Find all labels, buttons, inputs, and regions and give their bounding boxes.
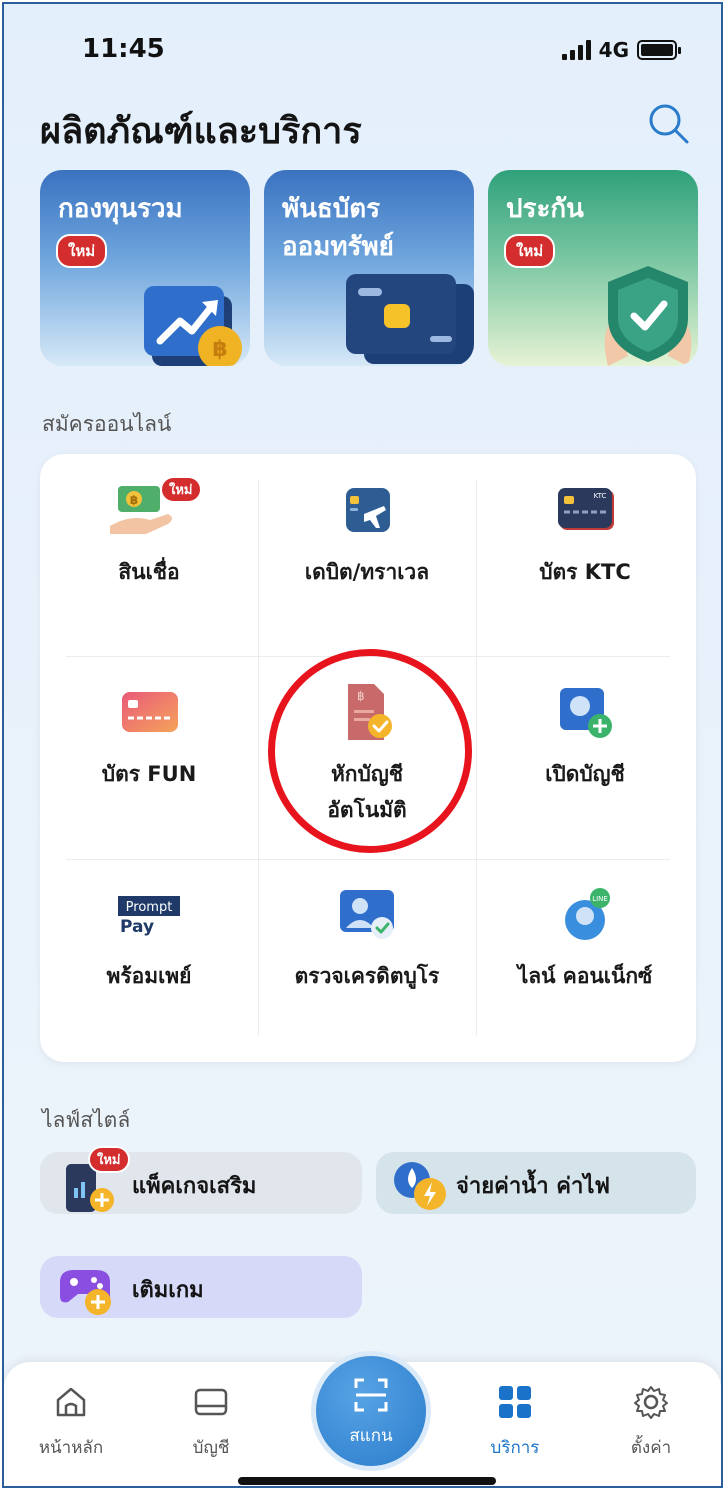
promptpay-logo-icon: Prompt Pay: [114, 884, 184, 944]
service-label: เดบิต/ทราเวล: [304, 560, 430, 584]
shield-icon: [604, 266, 692, 366]
open-account-icon: [550, 682, 620, 742]
loan-icon: ฿ ใหม่: [110, 476, 202, 540]
product-card-title: พันธบัตร ออมทรัพย์: [282, 190, 394, 266]
svg-text:฿: ฿: [130, 493, 138, 507]
service-label: ตรวจเครดิตบูโร: [294, 964, 440, 988]
product-card-title: ประกัน: [506, 194, 584, 224]
tab-label: บัญชี: [192, 1438, 230, 1458]
services-panel: ฿ ใหม่ สินเชื่อ เดบิต/ทราเวล KTC บัตร KT…: [40, 454, 696, 1062]
page-title: ผลิตภัณฑ์และบริการ: [40, 111, 362, 152]
promptpay-text-bottom: Pay: [120, 917, 154, 937]
home-icon: [56, 1387, 86, 1417]
search-button[interactable]: [645, 100, 691, 146]
status-bar: 11:45 4G: [4, 4, 721, 94]
svg-text:฿: ฿: [212, 337, 227, 362]
tab-services[interactable]: บริการ: [460, 1384, 570, 1461]
section-label-apply-online: สมัครออนไลน์: [42, 412, 172, 436]
grid-divider: [66, 656, 670, 657]
grid-icon: [499, 1386, 531, 1418]
lifestyle-addon-package[interactable]: ใหม่ แพ็คเกจเสริม: [40, 1146, 362, 1214]
lifestyle-utility-bills[interactable]: จ่ายค่าน้ำ ค่าไฟ: [376, 1152, 696, 1214]
service-ktc-card[interactable]: KTC บัตร KTC: [476, 480, 694, 590]
service-label: เปิดบัญชี: [545, 762, 625, 786]
scan-icon: [354, 1378, 388, 1412]
service-label: หักบัญชี อัตโนมัติ: [258, 756, 476, 828]
fun-card-icon: [114, 682, 184, 742]
service-label: พร้อมเพย์: [106, 964, 192, 988]
service-line-connect[interactable]: LINE ไลน์ คอนเน็กซ์: [476, 884, 694, 994]
service-credit-bureau[interactable]: ตรวจเครดิตบูโร: [258, 884, 476, 994]
service-label: บัตร KTC: [539, 560, 631, 584]
gear-icon: [634, 1386, 668, 1419]
scan-label: สแกน: [349, 1426, 393, 1446]
credit-bureau-icon: [332, 884, 402, 944]
status-time: 11:45: [82, 34, 165, 64]
new-badge: ใหม่: [56, 234, 108, 268]
product-card-title-line1: พันธบัตร: [282, 194, 381, 224]
investment-growth-icon: ฿: [144, 286, 242, 366]
account-icon: [194, 1388, 228, 1416]
grid-divider: [66, 859, 670, 860]
tab-settings[interactable]: ตั้งค่า: [596, 1384, 706, 1461]
service-label-line1: หักบัญชี: [330, 762, 404, 786]
lifestyle-label: แพ็คเกจเสริม: [132, 1174, 257, 1199]
line-connect-icon: LINE: [550, 884, 620, 944]
tab-label: หน้าหลัก: [38, 1438, 104, 1458]
service-label: บัตร FUN: [101, 762, 197, 786]
home-indicator: [238, 1477, 496, 1485]
lifestyle-label: จ่ายค่าน้ำ ค่าไฟ: [456, 1174, 610, 1199]
product-card-insurance[interactable]: ประกัน ใหม่: [488, 170, 698, 366]
debit-travel-card-icon: [332, 480, 402, 540]
tab-home[interactable]: หน้าหลัก: [16, 1384, 126, 1461]
service-loan[interactable]: ฿ ใหม่ สินเชื่อ: [40, 476, 258, 590]
service-debit-travel[interactable]: เดบิต/ทราเวล: [258, 480, 476, 590]
bond-card-icon: [346, 274, 474, 364]
service-fun-card[interactable]: บัตร FUN: [40, 682, 258, 792]
ktc-logo-text: KTC: [594, 492, 607, 500]
scan-button[interactable]: สแกน: [311, 1351, 431, 1471]
new-badge: ใหม่: [88, 1146, 130, 1173]
service-auto-debit[interactable]: ฿ หักบัญชี อัตโนมัติ: [258, 682, 476, 828]
service-label-line2: อัตโนมัติ: [327, 798, 407, 822]
status-indicators: 4G: [561, 38, 681, 62]
app-screen: 11:45 4G ผลิตภัณฑ์และบริการ กองทุนรวม ให…: [2, 2, 723, 1488]
product-card-mutual-fund[interactable]: กองทุนรวม ใหม่ ฿: [40, 170, 250, 366]
auto-debit-icon: ฿: [332, 682, 402, 742]
line-logo-text: LINE: [592, 895, 608, 903]
tab-label: บริการ: [490, 1438, 540, 1458]
section-label-lifestyle: ไลฟ์สไตล์: [42, 1108, 131, 1132]
service-label: สินเชื่อ: [118, 560, 180, 584]
search-icon: [649, 104, 689, 144]
network-type: 4G: [598, 38, 629, 62]
product-card-savings-bond[interactable]: พันธบัตร ออมทรัพย์: [264, 170, 474, 366]
service-promptpay[interactable]: Prompt Pay พร้อมเพย์: [40, 884, 258, 994]
ktc-card-icon: KTC: [550, 480, 620, 540]
battery-icon: [637, 40, 681, 60]
product-card-title: กองทุนรวม: [58, 194, 183, 224]
new-badge: ใหม่: [504, 234, 556, 268]
promptpay-text-top: Prompt: [126, 900, 173, 915]
product-card-title-line2: ออมทรัพย์: [282, 232, 394, 262]
gamepad-icon: [60, 1270, 111, 1315]
new-badge: ใหม่: [160, 476, 202, 503]
svg-text:฿: ฿: [357, 689, 365, 703]
water-electricity-icon: [394, 1162, 446, 1210]
service-open-account[interactable]: เปิดบัญชี: [476, 682, 694, 792]
lifestyle-label: เติมเกม: [132, 1278, 204, 1303]
lifestyle-game-topup[interactable]: เติมเกม: [40, 1256, 362, 1318]
service-label: ไลน์ คอนเน็กซ์: [517, 964, 653, 988]
tab-label: ตั้งค่า: [630, 1438, 672, 1458]
signal-icon: [561, 40, 591, 60]
tab-account[interactable]: บัญชี: [156, 1384, 266, 1461]
